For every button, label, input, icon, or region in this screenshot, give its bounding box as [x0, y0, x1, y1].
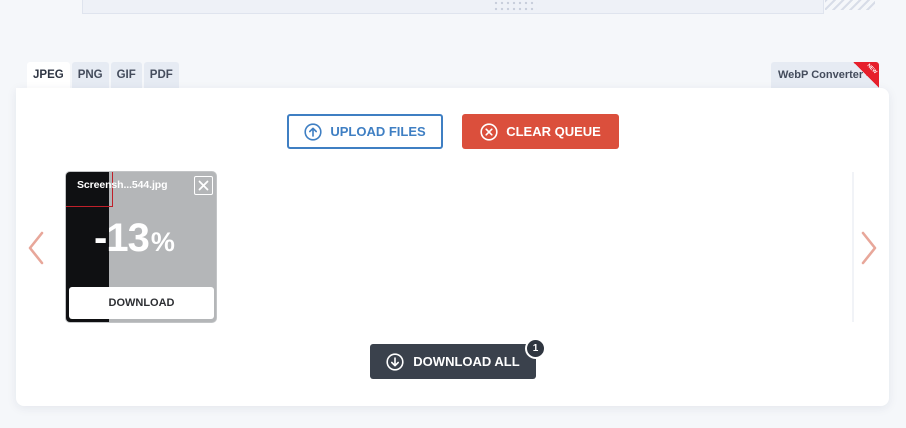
new-ribbon-text: NEW — [865, 62, 879, 76]
top-banner — [82, 0, 875, 14]
banner-stripe-pattern — [825, 0, 875, 10]
tab-webp-converter[interactable]: WebP Converter NEW — [771, 62, 879, 88]
download-count-badge: 1 — [525, 338, 546, 359]
clear-queue-label: CLEAR QUEUE — [506, 124, 601, 139]
new-ribbon: NEW — [853, 62, 879, 88]
download-all-button[interactable]: DOWNLOAD ALL — [370, 344, 536, 379]
compression-value: -13 — [94, 216, 150, 260]
clear-queue-button[interactable]: CLEAR QUEUE — [462, 114, 619, 149]
tab-webp-label: WebP Converter — [778, 69, 864, 81]
arrow-down-circle-icon — [386, 352, 404, 371]
compression-percentage: -13% — [94, 216, 175, 261]
remove-file-button[interactable] — [194, 176, 213, 195]
percent-sign: % — [150, 227, 175, 257]
download-all-label: DOWNLOAD ALL — [413, 354, 520, 369]
tab-gif[interactable]: GIF — [110, 62, 142, 88]
banner-dot-pattern — [493, 0, 537, 12]
close-icon — [198, 180, 209, 191]
tab-jpeg[interactable]: JPEG — [27, 62, 70, 88]
file-name: Screensh...544.jpg — [77, 179, 168, 191]
upload-files-label: UPLOAD FILES — [330, 124, 426, 139]
carousel-edge — [852, 172, 854, 322]
upload-files-button[interactable]: UPLOAD FILES — [287, 114, 443, 149]
x-circle-icon — [480, 122, 498, 141]
file-card: Screensh...544.jpg -13% DOWNLOAD — [65, 171, 217, 323]
tab-png[interactable]: PNG — [71, 62, 109, 88]
format-tabs: JPEG PNG GIF PDF — [27, 62, 179, 88]
converter-panel: UPLOAD FILES CLEAR QUEUE Screensh...544.… — [16, 88, 889, 406]
carousel-prev-button[interactable] — [26, 228, 46, 268]
arrow-up-circle-icon — [304, 122, 322, 141]
chevron-right-icon — [861, 231, 877, 265]
chevron-left-icon — [28, 231, 44, 265]
download-file-button[interactable]: DOWNLOAD — [69, 287, 214, 319]
carousel-next-button[interactable] — [859, 228, 879, 268]
tab-pdf[interactable]: PDF — [143, 62, 179, 88]
